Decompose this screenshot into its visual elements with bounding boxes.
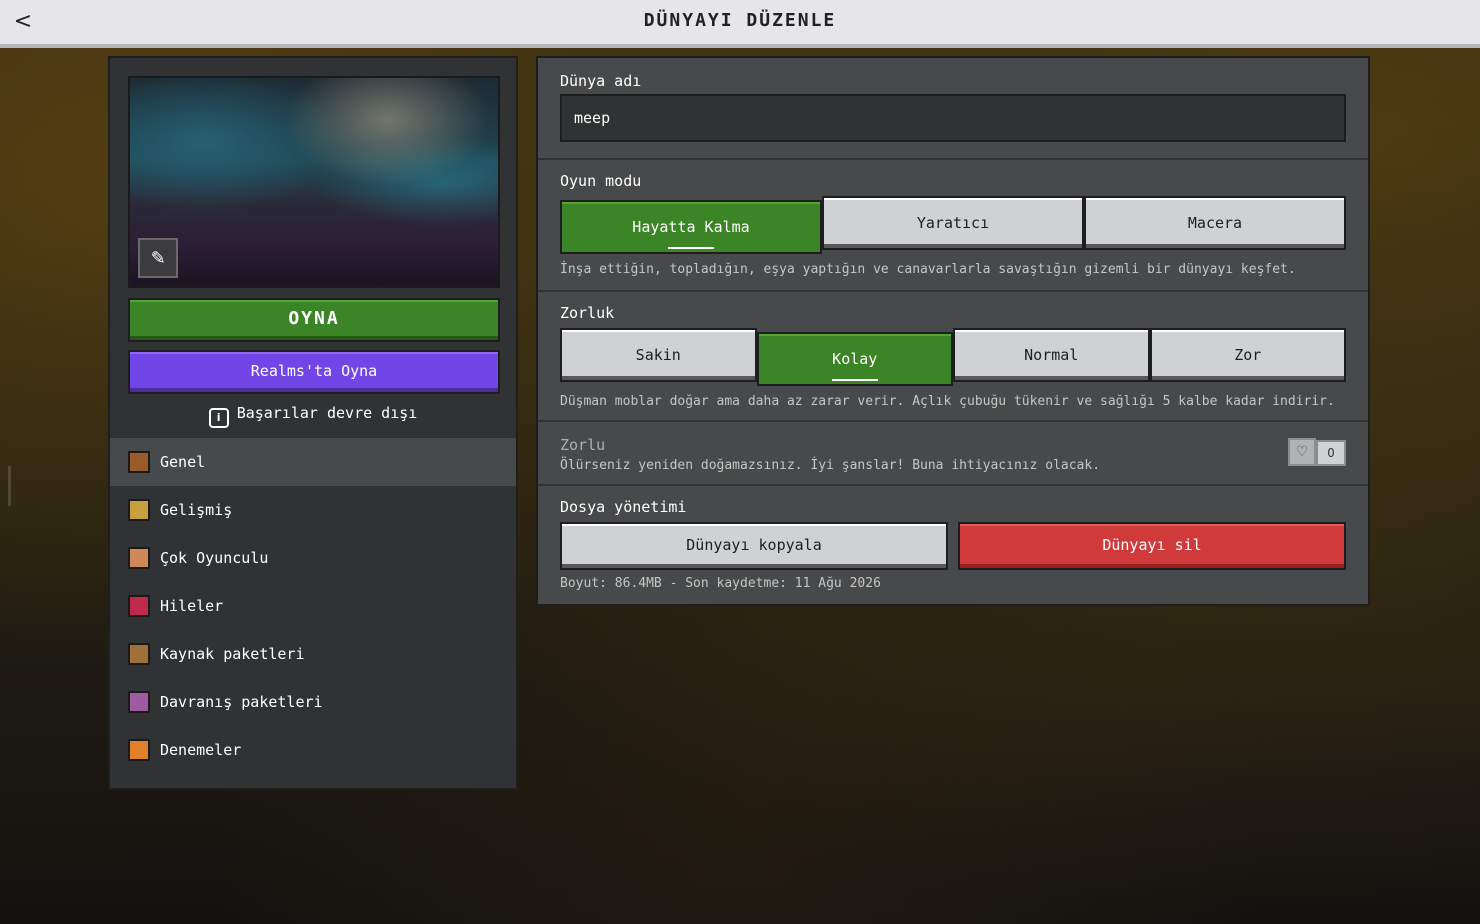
file-management-label: Dosya yönetimi — [560, 498, 687, 516]
sidebar-item-experiments[interactable]: Denemeler — [110, 726, 516, 774]
game-mode-selector: Hayatta Kalma Yaratıcı Macera — [560, 196, 1346, 254]
delete-world-button[interactable]: Dünyayı sil — [958, 522, 1346, 570]
play-button[interactable]: OYNA — [128, 298, 500, 342]
sidebar-item-general[interactable]: Genel — [110, 438, 516, 486]
top-bar: < DÜNYAYI DÜZENLE — [0, 0, 1480, 48]
cheats-icon — [128, 595, 150, 617]
sidebar-item-resource-packs[interactable]: Kaynak paketleri — [110, 630, 516, 678]
play-on-realms-button[interactable]: Realms'ta Oyna — [128, 350, 500, 394]
difficulty-peaceful[interactable]: Sakin — [560, 328, 757, 382]
difficulty-selector: Sakin Kolay Normal Zor — [560, 328, 1346, 386]
sidebar-item-label: Hileler — [160, 597, 224, 615]
players-icon — [128, 547, 150, 569]
achievements-disabled-notice: i Başarılar devre dışı — [110, 404, 516, 428]
sidebar-item-label: Çok Oyunculu — [160, 549, 269, 567]
heart-icon: ♡ — [1288, 438, 1316, 466]
sidebar-item-behavior-packs[interactable]: Davranış paketleri — [110, 678, 516, 726]
gear-icon — [128, 451, 150, 473]
sidebar-item-label: Gelişmiş — [160, 501, 233, 519]
world-name-label: Dünya adı — [560, 72, 642, 90]
game-mode-survival[interactable]: Hayatta Kalma — [560, 200, 822, 254]
sidebar-item-advanced[interactable]: Gelişmiş — [110, 486, 516, 534]
sidebar-item-label: Denemeler — [160, 741, 242, 759]
furnace-icon — [128, 499, 150, 521]
game-mode-adventure[interactable]: Macera — [1084, 196, 1346, 250]
game-mode-creative[interactable]: Yaratıcı — [822, 196, 1084, 250]
info-icon: i — [208, 408, 229, 428]
world-name-section: Dünya adı meep — [538, 58, 1368, 160]
achievements-text: Başarılar devre dışı — [236, 404, 418, 422]
game-mode-description: İnşa ettiğin, topladığın, eşya yaptığın … — [560, 262, 1296, 277]
world-name-input[interactable]: meep — [560, 94, 1346, 142]
file-management-section: Dosya yönetimi Dünyayı kopyala Dünyayı s… — [538, 486, 1368, 604]
toggle-off-indicator: O — [1316, 440, 1346, 466]
experiments-icon — [128, 739, 150, 761]
resource-pack-icon — [128, 643, 150, 665]
sidebar-item-label: Kaynak paketleri — [160, 645, 305, 663]
edge-handle — [8, 466, 11, 506]
hardcore-label: Zorlu — [560, 436, 606, 454]
difficulty-section: Zorluk Sakin Kolay Normal Zor Düşman mob… — [538, 292, 1368, 422]
game-mode-label: Oyun modu — [560, 172, 642, 190]
difficulty-label: Zorluk — [560, 304, 615, 322]
game-mode-section: Oyun modu Hayatta Kalma Yaratıcı Macera … — [538, 160, 1368, 292]
settings-panel: Dünya adı meep Oyun modu Hayatta Kalma Y… — [536, 56, 1370, 606]
hardcore-section: Zorlu Ölürseniz yeniden doğamazsınız. İy… — [538, 422, 1368, 486]
world-size-info: Boyut: 86.4MB - Son kaydetme: 11 Ağu 202… — [560, 576, 881, 591]
world-thumbnail: ✎ — [128, 76, 500, 288]
hardcore-toggle[interactable]: ♡ O — [1288, 438, 1346, 466]
edit-image-icon[interactable]: ✎ — [138, 238, 178, 278]
sidebar-item-cheats[interactable]: Hileler — [110, 582, 516, 630]
sidebar-item-label: Davranış paketleri — [160, 693, 323, 711]
copy-world-button[interactable]: Dünyayı kopyala — [560, 522, 948, 570]
difficulty-normal[interactable]: Normal — [953, 328, 1150, 382]
behavior-pack-icon — [128, 691, 150, 713]
left-panel: ✎ OYNA Realms'ta Oyna i Başarılar devre d… — [108, 56, 518, 790]
difficulty-easy[interactable]: Kolay — [756, 332, 953, 386]
difficulty-description: Düşman moblar doğar ama daha az zarar ve… — [560, 394, 1335, 409]
difficulty-hard[interactable]: Zor — [1149, 328, 1346, 382]
page-title: DÜNYAYI DÜZENLE — [643, 10, 837, 31]
sidebar-nav: Genel Gelişmiş Çok Oyunculu Hileler Kayn… — [110, 438, 516, 774]
sidebar-item-multiplayer[interactable]: Çok Oyunculu — [110, 534, 516, 582]
sidebar-item-label: Genel — [160, 453, 206, 471]
hardcore-description: Ölürseniz yeniden doğamazsınız. İyi şans… — [560, 458, 1101, 473]
